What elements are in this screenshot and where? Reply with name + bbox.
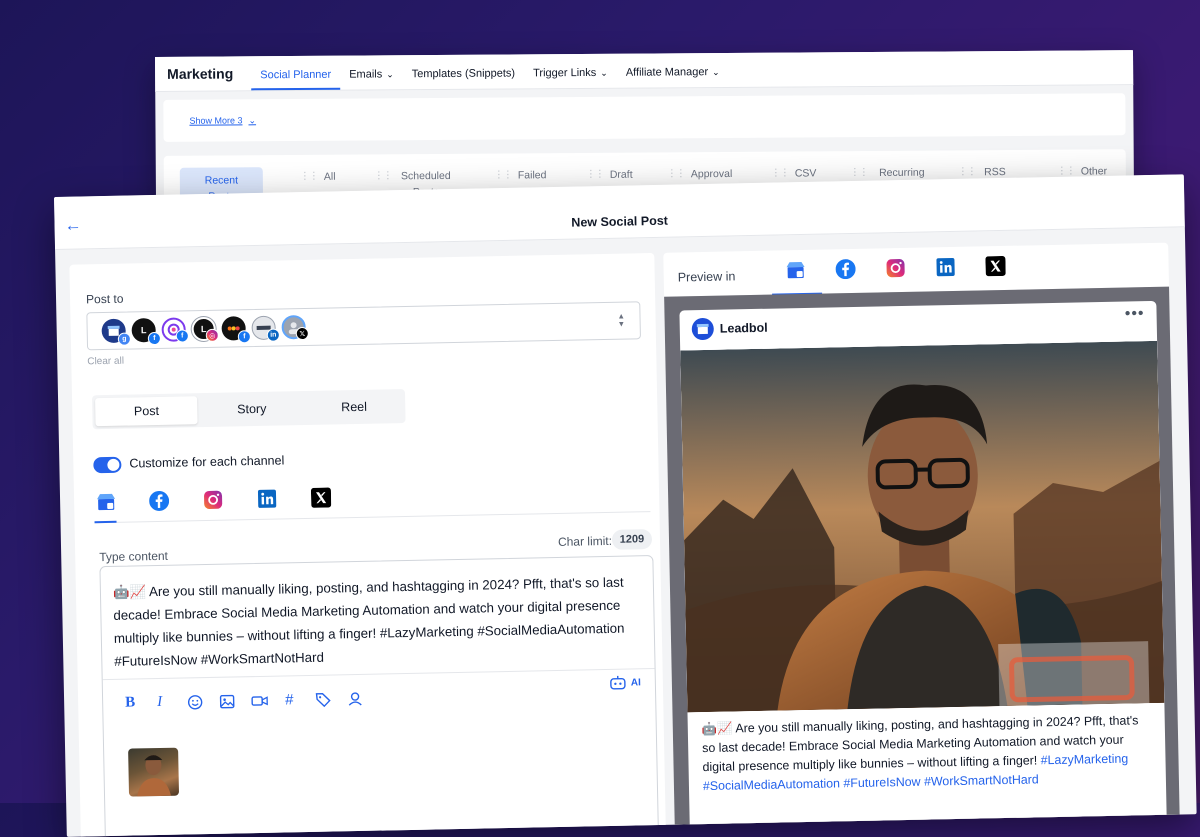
bold-icon[interactable]: B [125, 695, 135, 710]
image-icon[interactable] [219, 693, 235, 709]
drag-handle-icon: ⋮⋮ [667, 166, 685, 182]
account-avatar[interactable]: f [221, 316, 245, 340]
post-image [680, 341, 1164, 713]
content-body: Are you still manually liking, posting, … [113, 575, 624, 669]
x-badge-icon: 𝕏 [296, 327, 309, 340]
facebook-badge-icon: f [238, 330, 251, 343]
tab-post[interactable]: Post [95, 396, 198, 426]
new-social-post-window: ← New Social Post Post to g L f f L ◎ [54, 174, 1197, 837]
show-more-bar: Show More 3⌄ [163, 93, 1125, 142]
accounts-select[interactable]: g L f f L ◎ f in [86, 301, 641, 350]
drag-handle-icon: ⋮⋮ [494, 168, 512, 184]
customize-label: Customize for each channel [129, 453, 284, 470]
x-icon[interactable] [985, 256, 1005, 276]
facebook-badge-icon: f [148, 332, 161, 345]
content-editor[interactable]: 🤖📈 Are you still manually liking, postin… [99, 555, 659, 837]
post-to-label: Post to [86, 292, 124, 307]
nav-emails[interactable]: Emails⌄ [340, 68, 403, 89]
compose-panel: Post to g L f f L ◎ f [69, 253, 666, 837]
page-title: New Social Post [55, 203, 1185, 240]
nav-trigger-links[interactable]: Trigger Links⌄ [524, 67, 617, 89]
facebook-icon[interactable] [149, 491, 169, 511]
preview-label: Preview in [678, 269, 736, 284]
location-icon[interactable] [347, 691, 363, 707]
drag-handle-icon: ⋮⋮ [586, 167, 604, 183]
active-channel-indicator [95, 521, 117, 523]
instagram-icon[interactable] [203, 490, 223, 510]
store-icon [697, 323, 709, 335]
drag-handle-icon: ⋮⋮ [850, 165, 868, 181]
preview-canvas: Leadbol ••• [664, 287, 1180, 837]
account-avatar[interactable]: 𝕏 [281, 315, 305, 339]
italic-icon[interactable]: I [157, 695, 162, 710]
preview-panel: Preview in Leadbol ••• [663, 243, 1180, 837]
more-options-icon[interactable]: ••• [1125, 305, 1145, 323]
x-icon[interactable] [311, 488, 331, 508]
account-avatar[interactable]: g [101, 319, 125, 343]
tab-approval[interactable]: ⋮⋮Approval [667, 166, 733, 182]
post-caption: 🤖📈 Are you still manually liking, postin… [702, 711, 1155, 796]
drag-handle-icon: ⋮⋮ [300, 169, 318, 185]
attached-image-thumbnail[interactable] [128, 748, 179, 797]
instagram-badge-icon: ◎ [206, 329, 219, 342]
customize-toggle[interactable] [93, 457, 121, 474]
tab-failed[interactable]: ⋮⋮Failed [494, 167, 547, 183]
person-photo-icon [128, 748, 179, 797]
clear-all-link[interactable]: Clear all [87, 356, 124, 368]
account-avatar [692, 318, 714, 340]
tab-all[interactable]: ⋮⋮All [300, 169, 336, 185]
editor-toolbar: B I # AI [103, 668, 656, 726]
robot-icon [609, 676, 627, 690]
chevron-down-icon: ⌄ [248, 115, 256, 126]
tab-reel[interactable]: Reel [303, 389, 406, 425]
top-nav: Marketing Social Planner Emails⌄ Templat… [155, 50, 1133, 92]
video-icon[interactable] [251, 693, 268, 709]
google-business-icon[interactable] [785, 260, 805, 280]
show-more-link[interactable]: Show More 3⌄ [189, 115, 256, 126]
facebook-badge-icon: f [176, 329, 189, 342]
google-business-badge-icon: g [118, 332, 131, 345]
content-text[interactable]: 🤖📈 Are you still manually liking, postin… [113, 570, 645, 673]
brand-title: Marketing [167, 65, 233, 90]
chevron-up-down-icon[interactable]: ▴▾ [619, 312, 624, 328]
linkedin-icon[interactable] [935, 257, 955, 277]
chevron-down-icon: ⌄ [386, 69, 394, 80]
post-type-tabs: Post Story Reel [92, 389, 406, 429]
linkedin-badge-icon: in [267, 328, 280, 341]
nav-templates[interactable]: Templates (Snippets) [403, 67, 524, 89]
google-business-icon[interactable] [96, 492, 116, 512]
char-limit-badge: 1209 [612, 529, 652, 550]
tab-story[interactable]: Story [200, 391, 303, 427]
tag-icon[interactable] [315, 692, 331, 708]
drag-handle-icon: ⋮⋮ [374, 168, 392, 184]
char-limit-label: Char limit: [558, 534, 612, 549]
nav-affiliate-manager[interactable]: Affiliate Manager⌄ [617, 66, 729, 88]
caption-emoji: 🤖📈 [702, 721, 733, 736]
instagram-icon[interactable] [885, 258, 905, 278]
type-content-label: Type content [99, 549, 168, 564]
channel-tabs [94, 475, 651, 523]
account-avatar[interactable]: L ◎ [191, 317, 215, 341]
account-avatar[interactable]: in [251, 316, 275, 340]
logo-icon [227, 325, 241, 331]
tab-draft[interactable]: ⋮⋮Draft [586, 167, 633, 183]
post-preview-card: Leadbol ••• [679, 301, 1167, 837]
tab-csv[interactable]: ⋮⋮CSV [771, 165, 817, 181]
drag-handle-icon: ⋮⋮ [771, 166, 789, 182]
account-name: Leadbol [720, 321, 768, 336]
facebook-icon[interactable] [835, 259, 855, 279]
chevron-down-icon: ⌄ [712, 67, 720, 78]
content-emoji: 🤖📈 [113, 584, 146, 600]
linkedin-icon[interactable] [257, 489, 277, 509]
hashtag-icon[interactable]: # [285, 692, 294, 707]
account-avatar[interactable]: f [161, 317, 185, 341]
chevron-down-icon: ⌄ [600, 67, 608, 78]
portrait-photo-icon [680, 341, 1164, 713]
ai-assist-button[interactable]: AI [609, 675, 641, 690]
account-avatar[interactable]: L f [131, 318, 155, 342]
emoji-icon[interactable] [187, 694, 203, 710]
nav-social-planner[interactable]: Social Planner [251, 69, 340, 91]
